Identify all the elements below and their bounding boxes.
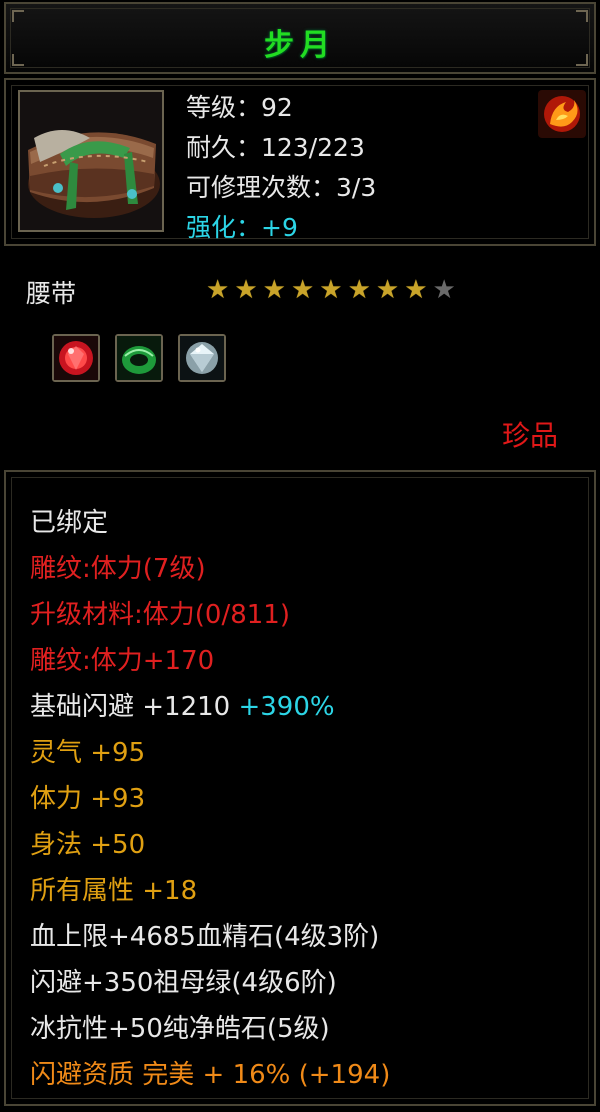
base-dodge-row: 基础闪避 +1210 +390% — [30, 684, 390, 730]
item-name: 步月 — [264, 28, 336, 63]
star-filled-icon: ★ — [347, 275, 371, 305]
base-dodge-bonus: +390% — [238, 692, 335, 722]
star-filled-icon: ★ — [206, 275, 230, 305]
star-filled-icon: ★ — [262, 275, 286, 305]
bound-status: 已绑定 — [30, 508, 109, 538]
star-empty-icon: ★ — [432, 275, 456, 305]
gem-hp-bonus: 血上限+4685血精石(4级3阶) — [30, 922, 380, 952]
item-icon-frame[interactable] — [18, 90, 164, 232]
attribute-list: 已绑定 雕纹:体力(7级) 升级材料:体力(0/811) 雕纹:体力+170 基… — [30, 500, 390, 1098]
all-stats: 所有属性 +18 — [30, 876, 198, 906]
gem-dodge-bonus: 闪避+350祖母绿(4级6阶) — [30, 968, 337, 998]
star-rating: ★ ★ ★ ★ ★ ★ ★ ★ ★ — [206, 275, 456, 305]
star-filled-icon: ★ — [404, 275, 428, 305]
item-durability: 耐久：123/223 — [186, 133, 365, 162]
ruby-gem-icon[interactable] — [52, 334, 100, 382]
agility-stat: 身法 +50 — [30, 830, 146, 860]
phoenix-emblem-icon[interactable] — [538, 90, 586, 138]
engrave-level: 雕纹:体力(7级) — [30, 554, 206, 584]
title-bar: 步月 — [4, 2, 596, 74]
rarity-label: 珍品 — [501, 419, 558, 452]
star-filled-icon: ★ — [319, 275, 343, 305]
jade-ring-icon[interactable] — [115, 334, 163, 382]
engrave-bonus: 雕纹:体力+170 — [30, 646, 215, 676]
attribute-panel: 已绑定 雕纹:体力(7级) 升级材料:体力(0/811) 雕纹:体力+170 基… — [4, 470, 596, 1106]
belt-icon — [20, 92, 162, 230]
item-type: 腰带 — [26, 279, 77, 308]
diamond-gem-icon[interactable] — [178, 334, 226, 382]
item-repair-count: 可修理次数：3/3 — [186, 173, 377, 202]
base-dodge-value: 基础闪避 +1210 — [30, 692, 231, 722]
item-enhancement: 强化：+9 — [186, 213, 298, 242]
star-filled-icon: ★ — [290, 275, 315, 305]
gem-ice-resist: 冰抗性+50纯净皓石(5级) — [30, 1014, 330, 1044]
item-level: 等级：92 — [186, 93, 293, 122]
spirit-stat: 灵气 +95 — [30, 738, 146, 768]
stamina-stat: 体力 +93 — [30, 784, 146, 814]
star-filled-icon: ★ — [375, 275, 400, 305]
item-info-panel: 等级：92 耐久：123/223 可修理次数：3/3 强化：+9 — [4, 78, 596, 246]
upgrade-material: 升级材料:体力(0/811) — [30, 600, 290, 630]
star-filled-icon: ★ — [234, 275, 258, 305]
dodge-quality: 闪避资质 完美 + 16% (+194) — [30, 1060, 391, 1090]
